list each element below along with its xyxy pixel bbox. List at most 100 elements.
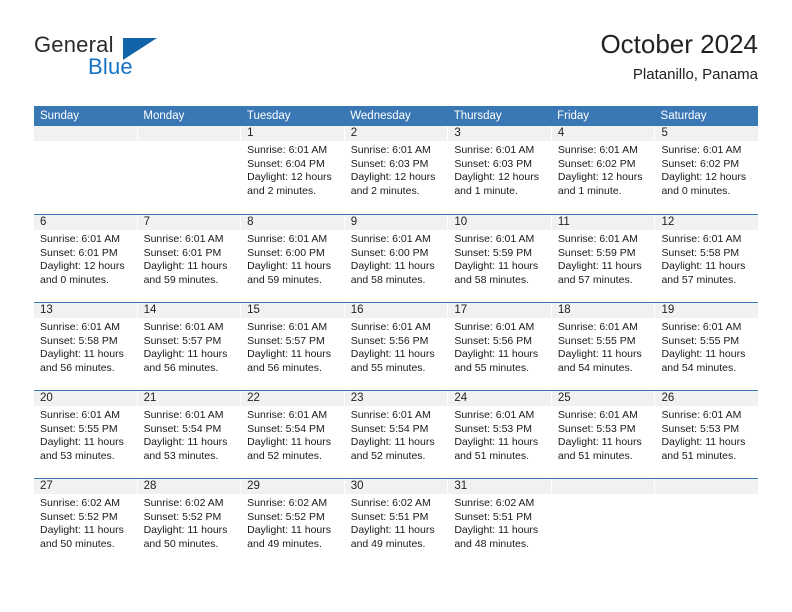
calendar-week-row: 27 Sunrise: 6:02 AM Sunset: 5:52 PM Dayligh…	[34, 478, 759, 566]
general-blue-logo[interactable]: General Blue	[34, 32, 234, 88]
calendar-day-cell[interactable]: 9 Sunrise: 6:01 AM Sunset: 6:00 PM Daylight…	[344, 215, 449, 302]
calendar-day-cell[interactable]: 11 Sunrise: 6:01 AM Sunset: 5:59 PM Dayligh…	[551, 215, 656, 302]
daylight-text-line2: and 53 minutes.	[40, 449, 115, 462]
page-title: October 2024	[600, 29, 758, 59]
daylight-text-line1: Daylight: 11 hours	[454, 348, 539, 361]
day-details: Sunrise: 6:01 AM Sunset: 5:59 PM Daylight:…	[448, 230, 551, 287]
daylight-text-line2: and 57 minutes.	[661, 273, 737, 286]
calendar-day-cell[interactable]: 31 Sunrise: 6:02 AM Sunset: 5:51 PM Dayligh…	[448, 479, 552, 566]
calendar-day-cell[interactable]: 7 Sunrise: 6:01 AM Sunset: 6:01 PM Daylight…	[137, 215, 242, 302]
sunrise-text: Sunrise: 6:01 AM	[557, 144, 638, 156]
calendar-day-cell[interactable]: 1 Sunrise: 6:01 AM Sunset: 6:04 PM Daylight…	[241, 126, 345, 214]
day-details: Sunrise: 6:02 AM Sunset: 5:52 PM Daylight:…	[138, 494, 241, 551]
daylight-text-line1: Daylight: 11 hours	[557, 260, 642, 273]
daylight-text-line2: and 2 minutes.	[247, 184, 317, 197]
day-details: Sunrise: 6:01 AM Sunset: 5:58 PM Daylight:…	[655, 230, 758, 287]
sunrise-text: Sunrise: 6:01 AM	[454, 321, 535, 333]
day-number: 17	[448, 303, 551, 318]
day-number: 31	[448, 479, 551, 494]
sunset-text: Sunset: 5:53 PM	[454, 422, 532, 435]
calendar-day-cell[interactable]: 13 Sunrise: 6:01 AM Sunset: 5:58 PM Dayligh…	[34, 303, 138, 390]
day-details: Sunrise: 6:01 AM Sunset: 6:03 PM Daylight:…	[448, 141, 551, 198]
calendar-day-cell[interactable]: 8 Sunrise: 6:01 AM Sunset: 6:00 PM Daylight…	[241, 215, 345, 302]
day-details: Sunrise: 6:01 AM Sunset: 5:58 PM Daylight:…	[34, 318, 137, 375]
calendar-day-cell[interactable]: 16 Sunrise: 6:01 AM Sunset: 5:56 PM Dayligh…	[344, 303, 449, 390]
day-details: Sunrise: 6:01 AM Sunset: 6:02 PM Daylight:…	[552, 141, 655, 198]
calendar-day-cell[interactable]: 26 Sunrise: 6:01 AM Sunset: 5:53 PM Dayligh…	[655, 391, 759, 478]
calendar-day-cell[interactable]: 20 Sunrise: 6:01 AM Sunset: 5:55 PM Dayligh…	[34, 391, 138, 478]
day-number: 10	[448, 215, 551, 230]
calendar-day-cell[interactable]: 22 Sunrise: 6:01 AM Sunset: 5:54 PM Dayligh…	[241, 391, 345, 478]
sunrise-text: Sunrise: 6:01 AM	[454, 409, 535, 421]
calendar-day-cell[interactable]: 24 Sunrise: 6:01 AM Sunset: 5:53 PM Dayligh…	[448, 391, 552, 478]
logo-text-blue: Blue	[88, 54, 133, 79]
day-details: Sunrise: 6:01 AM Sunset: 6:02 PM Daylight:…	[655, 141, 758, 198]
day-number	[551, 479, 655, 494]
calendar-day-cell[interactable]: 15 Sunrise: 6:01 AM Sunset: 5:57 PM Dayligh…	[241, 303, 345, 390]
calendar-day-cell[interactable]: 10 Sunrise: 6:01 AM Sunset: 5:59 PM Dayligh…	[448, 215, 552, 302]
day-number: 9	[344, 215, 448, 230]
calendar-day-cell[interactable]: 25 Sunrise: 6:01 AM Sunset: 5:53 PM Dayligh…	[551, 391, 656, 478]
calendar-day-cell[interactable]: 3 Sunrise: 6:01 AM Sunset: 6:03 PM Daylight…	[448, 126, 552, 214]
day-details: Sunrise: 6:02 AM Sunset: 5:51 PM Daylight:…	[448, 494, 551, 551]
day-number: 2	[344, 126, 448, 141]
day-details: Sunrise: 6:01 AM Sunset: 5:56 PM Daylight:…	[448, 318, 551, 375]
daylight-text-line2: and 54 minutes.	[661, 361, 737, 374]
day-number: 22	[241, 391, 344, 406]
day-number: 5	[655, 126, 759, 141]
calendar-day-cell[interactable]: 5 Sunrise: 6:01 AM Sunset: 6:02 PM Daylight…	[655, 126, 759, 214]
daylight-text-line1: Daylight: 11 hours	[40, 436, 124, 449]
calendar-day-cell[interactable]: 2 Sunrise: 6:01 AM Sunset: 6:03 PM Daylight…	[344, 126, 449, 214]
daylight-text-line2: and 50 minutes.	[40, 537, 115, 550]
calendar-day-cell[interactable]: 12 Sunrise: 6:01 AM Sunset: 5:58 PM Dayligh…	[655, 215, 759, 302]
daylight-text-line2: and 55 minutes.	[350, 361, 426, 374]
calendar-day-cell[interactable]: 23 Sunrise: 6:01 AM Sunset: 5:54 PM Dayligh…	[344, 391, 449, 478]
daylight-text-line2: and 58 minutes.	[454, 273, 530, 286]
calendar-day-cell[interactable]: 4 Sunrise: 6:01 AM Sunset: 6:02 PM Daylight…	[551, 126, 656, 214]
daylight-text-line2: and 49 minutes.	[247, 537, 322, 550]
sunrise-text: Sunrise: 6:01 AM	[454, 233, 535, 245]
sunset-text: Sunset: 5:56 PM	[454, 334, 532, 347]
day-details: Sunrise: 6:01 AM Sunset: 5:53 PM Daylight:…	[448, 406, 551, 463]
calendar-day-cell[interactable]: 18 Sunrise: 6:01 AM Sunset: 5:55 PM Dayligh…	[551, 303, 656, 390]
daylight-text-line1: Daylight: 12 hours	[557, 171, 643, 184]
daylight-text-line2: and 2 minutes.	[350, 184, 420, 197]
sunrise-text: Sunrise: 6:02 AM	[247, 497, 328, 509]
calendar-day-cell[interactable]: 14 Sunrise: 6:01 AM Sunset: 5:57 PM Dayligh…	[137, 303, 242, 390]
day-number: 6	[34, 215, 137, 230]
sunrise-text: Sunrise: 6:01 AM	[247, 321, 328, 333]
calendar-day-cell[interactable]: 27 Sunrise: 6:02 AM Sunset: 5:52 PM Dayligh…	[34, 479, 138, 566]
calendar-day-cell[interactable]: 30 Sunrise: 6:02 AM Sunset: 5:51 PM Dayligh…	[344, 479, 449, 566]
sunset-text: Sunset: 5:55 PM	[557, 334, 636, 347]
day-number: 8	[241, 215, 344, 230]
daylight-text-line1: Daylight: 11 hours	[247, 348, 332, 361]
sunset-text: Sunset: 6:00 PM	[350, 246, 429, 259]
sunset-text: Sunset: 6:00 PM	[247, 246, 325, 259]
sunrise-text: Sunrise: 6:01 AM	[454, 144, 535, 156]
calendar-day-cell[interactable]: 19 Sunrise: 6:01 AM Sunset: 5:55 PM Dayligh…	[655, 303, 759, 390]
daylight-text-line2: and 55 minutes.	[454, 361, 530, 374]
sunset-text: Sunset: 5:52 PM	[40, 510, 118, 523]
sunset-text: Sunset: 5:54 PM	[350, 422, 429, 435]
daylight-text-line2: and 52 minutes.	[247, 449, 322, 462]
sunset-text: Sunset: 6:03 PM	[454, 157, 532, 170]
day-number: 14	[137, 303, 241, 318]
day-number: 29	[241, 479, 344, 494]
day-details: Sunrise: 6:02 AM Sunset: 5:51 PM Daylight:…	[345, 494, 448, 551]
day-details: Sunrise: 6:01 AM Sunset: 6:00 PM Daylight:…	[241, 230, 344, 287]
calendar-day-cell[interactable]: 21 Sunrise: 6:01 AM Sunset: 5:54 PM Dayligh…	[137, 391, 242, 478]
calendar-day-cell[interactable]: 29 Sunrise: 6:02 AM Sunset: 5:52 PM Dayligh…	[241, 479, 345, 566]
daylight-text-line1: Daylight: 11 hours	[454, 436, 539, 449]
sunrise-text: Sunrise: 6:01 AM	[350, 144, 431, 156]
calendar-day-cell[interactable]: 6 Sunrise: 6:01 AM Sunset: 6:01 PM Daylight…	[34, 215, 138, 302]
daylight-text-line1: Daylight: 11 hours	[247, 260, 332, 273]
day-number: 1	[241, 126, 344, 141]
daylight-text-line1: Daylight: 12 hours	[661, 171, 747, 184]
calendar-empty-cell	[655, 479, 759, 566]
sunrise-text: Sunrise: 6:01 AM	[40, 233, 120, 245]
calendar-day-cell[interactable]: 28 Sunrise: 6:02 AM Sunset: 5:52 PM Dayligh…	[137, 479, 242, 566]
weekday-header-thursday: Thursday	[453, 110, 502, 122]
sunset-text: Sunset: 5:57 PM	[247, 334, 325, 347]
calendar-day-cell[interactable]: 17 Sunrise: 6:01 AM Sunset: 5:56 PM Dayligh…	[448, 303, 552, 390]
sunset-text: Sunset: 5:52 PM	[143, 510, 222, 523]
